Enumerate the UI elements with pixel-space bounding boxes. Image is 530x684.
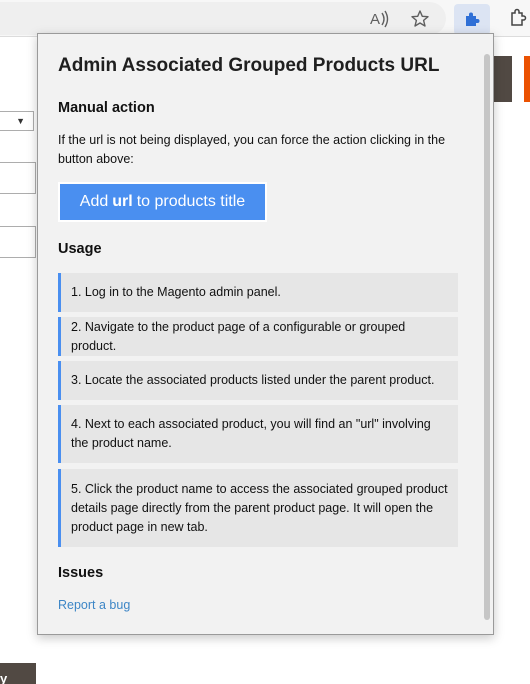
report-bug-link[interactable]: Report a bug <box>58 598 130 612</box>
background-dark-button[interactable] <box>493 56 512 102</box>
manual-action-heading: Manual action <box>58 100 155 116</box>
list-item: 3. Locate the associated products listed… <box>58 361 458 400</box>
extensions-puzzle-icon[interactable] <box>454 4 490 35</box>
background-bottom-button-label: y <box>0 671 8 684</box>
background-bottom-button[interactable]: y <box>0 663 36 684</box>
popup-title: Admin Associated Grouped Products URL <box>58 55 440 76</box>
list-item: 1. Log in to the Magento admin panel. <box>58 273 458 312</box>
add-url-button-prefix: Add <box>79 193 109 210</box>
scrollbar-thumb[interactable] <box>484 54 490 620</box>
list-item: 5. Click the product name to access the … <box>58 469 458 547</box>
usage-heading: Usage <box>58 241 102 257</box>
step-text: 1. Log in to the Magento admin panel. <box>71 285 281 299</box>
chevron-down-icon: ▼ <box>16 116 25 126</box>
settings-icon[interactable] <box>504 6 530 32</box>
background-select[interactable]: ▼ <box>0 111 34 131</box>
add-url-button-bold: url <box>112 193 133 210</box>
add-url-button-suffix: to products title <box>136 193 246 210</box>
browser-toolbar: A <box>0 0 530 37</box>
step-text: 3. Locate the associated products listed… <box>71 373 435 387</box>
read-aloud-icon[interactable]: A <box>367 6 393 32</box>
step-text: 5. Click the product name to access the … <box>71 481 448 534</box>
extension-popup: Admin Associated Grouped Products URL Ma… <box>37 33 494 635</box>
background-orange-button[interactable] <box>524 56 530 102</box>
step-text: 2. Navigate to the product page of a con… <box>71 319 406 353</box>
background-input[interactable] <box>0 226 36 258</box>
step-text: 4. Next to each associated product, you … <box>71 417 431 450</box>
background-input[interactable] <box>0 162 36 194</box>
list-item: 2. Navigate to the product page of a con… <box>58 317 458 356</box>
svg-text:A: A <box>370 11 380 28</box>
manual-action-description: If the url is not being displayed, you c… <box>58 133 446 166</box>
list-item: 4. Next to each associated product, you … <box>58 405 458 463</box>
issues-heading: Issues <box>58 565 104 581</box>
popup-scrollbar[interactable] <box>483 42 491 628</box>
favorite-star-icon[interactable] <box>407 6 433 32</box>
add-url-button[interactable]: Add url to products title <box>58 182 267 222</box>
